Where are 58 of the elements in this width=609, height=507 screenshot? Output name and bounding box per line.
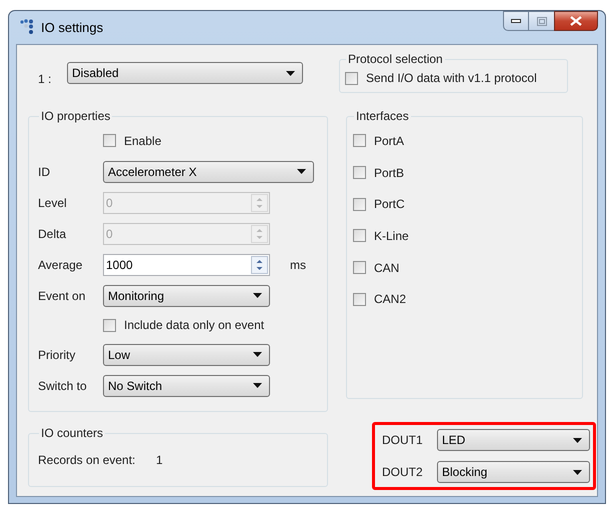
close-button[interactable] [554, 11, 598, 31]
group-title: Protocol selection [347, 51, 444, 68]
maximize-icon [536, 16, 546, 26]
field-label: ID [38, 164, 51, 180]
checkbox-label: Send I/O data with v1.1 protocol [366, 70, 537, 87]
group-title: IO counters [40, 425, 104, 442]
dropdown[interactable]: Blocking [437, 461, 590, 483]
dropdown-arrow-icon [253, 293, 262, 298]
dropdown-arrow-icon [286, 70, 295, 76]
window-title: IO settings [41, 18, 104, 37]
checkbox[interactable] [353, 134, 366, 148]
checkbox[interactable] [353, 229, 366, 242]
output-label: DOUT2 [382, 464, 424, 481]
dropdown[interactable]: No Switch [103, 374, 270, 396]
field-label: Switch to [38, 378, 88, 394]
group-title: IO properties [40, 108, 112, 125]
checkbox[interactable] [103, 134, 116, 147]
checkbox[interactable] [103, 318, 116, 332]
dropdown-arrow-icon [253, 383, 262, 388]
checkbox[interactable] [353, 261, 366, 274]
checkbox-label: CAN2 [374, 291, 406, 308]
dropdown[interactable]: LED [437, 429, 590, 451]
field-label: Event on [38, 288, 86, 304]
output-label: DOUT1 [382, 432, 424, 449]
checkbox-label: CAN [374, 260, 400, 277]
dropdown-arrow-icon [253, 352, 262, 357]
spin-buttons[interactable] [251, 256, 268, 274]
checkbox-label: PortA [374, 132, 404, 150]
dropdown-arrow-icon [297, 169, 306, 174]
field-label: Delta [38, 226, 68, 242]
minimize-button[interactable] [503, 11, 529, 31]
dropdown[interactable]: Disabled [67, 62, 303, 84]
dropdown-arrow-icon [573, 470, 582, 474]
io-number-label: 1 : [38, 71, 52, 88]
dropdown[interactable]: Monitoring [103, 284, 270, 306]
checkbox-label: PortC [374, 196, 405, 214]
app-logo-icon [20, 18, 36, 36]
field-label: Priority [38, 346, 76, 364]
close-icon [570, 16, 582, 26]
dropdown[interactable]: Low [103, 344, 270, 366]
checkbox[interactable] [345, 72, 358, 84]
dropdown[interactable]: Accelerometer X [103, 160, 314, 182]
checkbox[interactable] [353, 292, 366, 306]
field-label: Level [38, 194, 68, 212]
checkbox-label: K-Line [374, 228, 409, 245]
minimize-icon [511, 19, 521, 23]
checkbox[interactable] [353, 166, 366, 180]
unit-label: ms [290, 256, 306, 274]
checkbox-label: PortB [374, 164, 404, 182]
checkbox-label: Include data only on event [124, 317, 264, 334]
field-label: Average [38, 256, 84, 274]
records-label: Records on event: [38, 452, 136, 469]
group-title: Interfaces [355, 108, 410, 125]
checkbox-label: Enable [124, 132, 162, 150]
dropdown-arrow-icon [573, 438, 582, 442]
spin-field[interactable]: 1000 [103, 254, 270, 276]
records-value: 1 [156, 452, 163, 469]
checkbox[interactable] [353, 198, 366, 211]
